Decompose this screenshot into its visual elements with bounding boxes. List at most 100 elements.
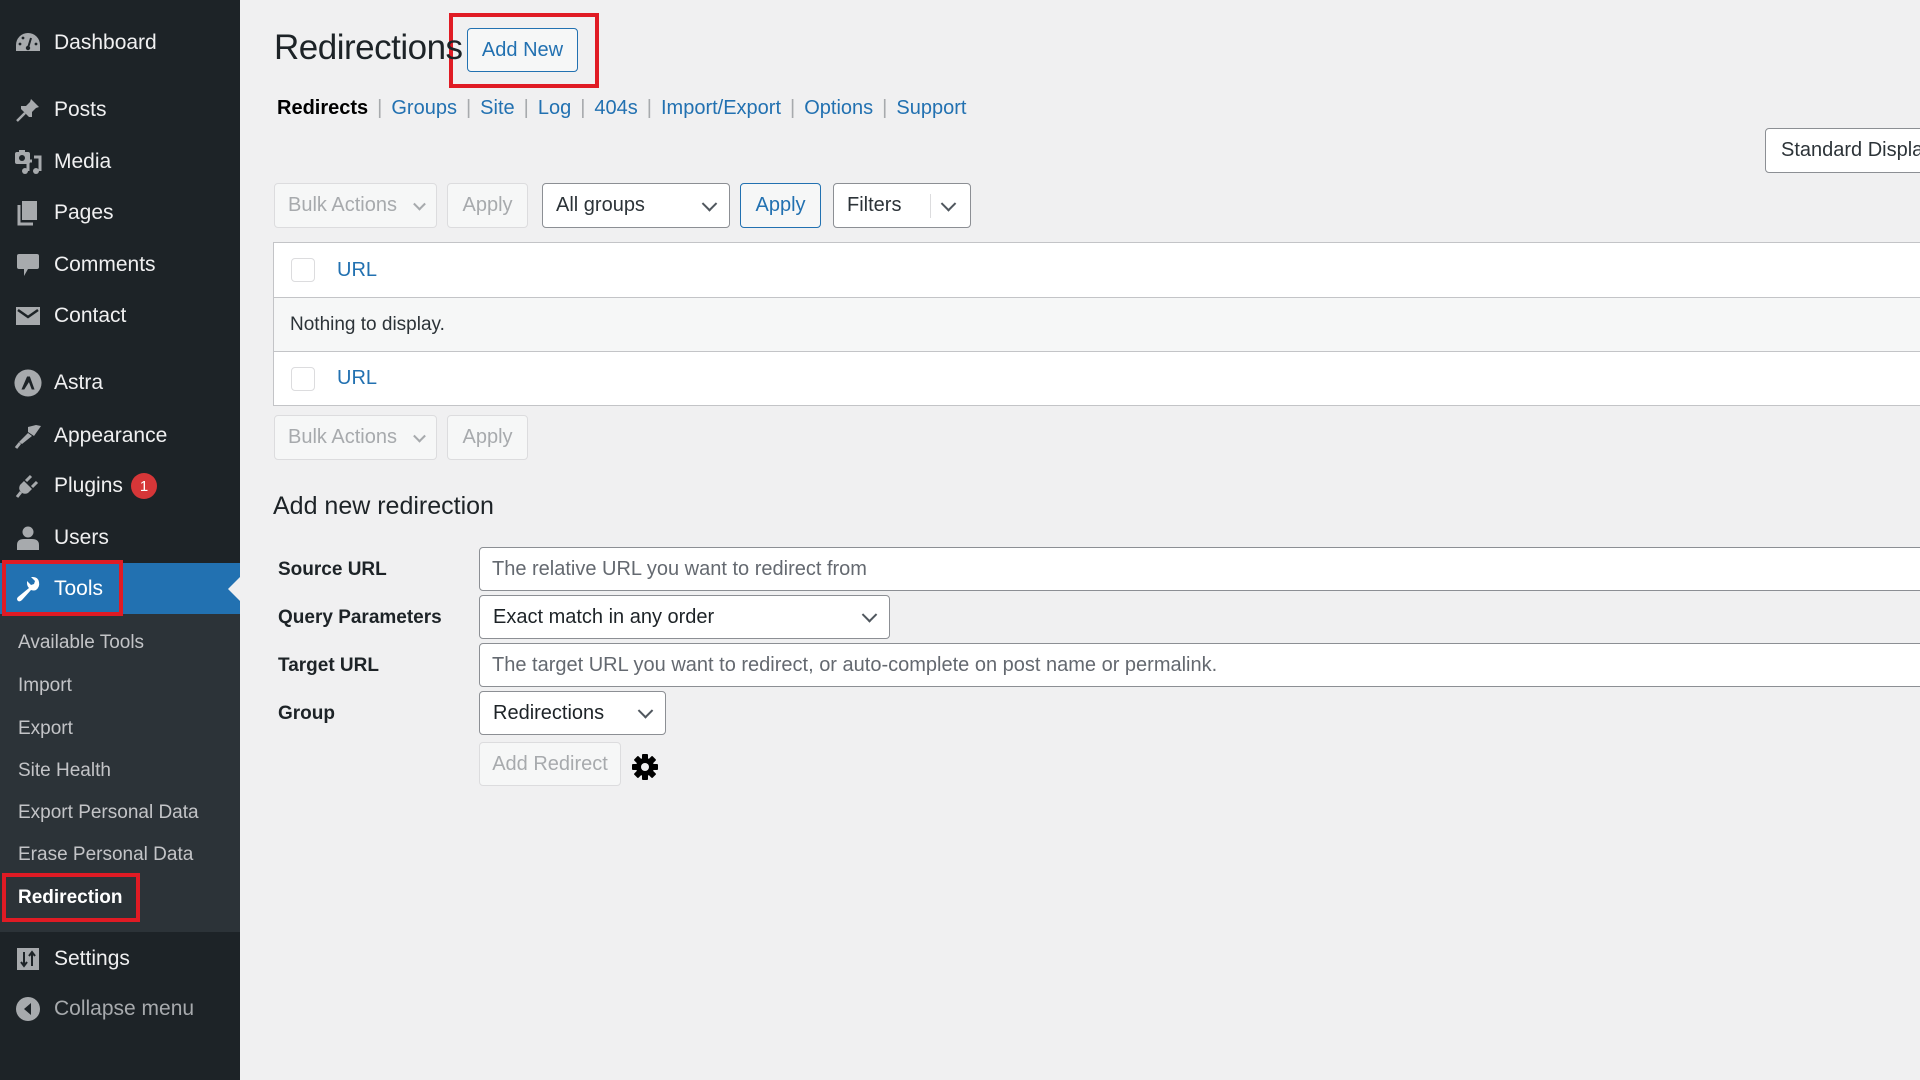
submenu-erase-personal-data[interactable]: Erase Personal Data — [18, 844, 193, 866]
comment-icon — [14, 251, 42, 279]
submenu-site-health[interactable]: Site Health — [18, 760, 111, 782]
sidebar-item-dashboard[interactable]: Dashboard — [0, 21, 240, 65]
tab-import-export[interactable]: Import/Export — [661, 97, 781, 120]
tab-options[interactable]: Options — [804, 97, 873, 120]
sidebar-item-tools[interactable]: Tools — [0, 563, 240, 614]
select-all-checkbox[interactable] — [291, 258, 315, 282]
chevron-down-icon — [637, 703, 654, 719]
chevron-down-icon[interactable] — [940, 195, 957, 212]
tab-redirects[interactable]: Redirects — [277, 97, 368, 120]
tab-groups[interactable]: Groups — [391, 97, 457, 120]
sidebar-item-users[interactable]: Users — [0, 516, 240, 560]
page-title: Redirections — [274, 28, 463, 67]
filters-label: Filters — [847, 194, 902, 216]
sidebar-item-label: Users — [54, 526, 109, 549]
standard-display-button[interactable]: Standard Display — [1765, 128, 1920, 173]
sidebar-item-label: Pages — [54, 201, 114, 224]
group-filter-value: All groups — [556, 194, 645, 216]
sidebar-item-label: Comments — [54, 253, 156, 276]
chevron-down-icon — [413, 429, 426, 443]
submenu-export-personal-data[interactable]: Export Personal Data — [18, 802, 199, 824]
sidebar-item-label: Media — [54, 150, 112, 173]
submenu-redirection[interactable]: Redirection — [18, 887, 123, 909]
plug-icon — [14, 472, 42, 500]
select-all-checkbox-footer[interactable] — [291, 366, 315, 391]
sidebar-item-label: Settings — [54, 947, 130, 970]
group-value: Redirections — [493, 701, 605, 724]
pages-icon — [14, 199, 42, 227]
table-empty-row: Nothing to display. — [274, 297, 1920, 351]
sidebar-item-label: Astra — [54, 371, 104, 394]
sidebar-item-label: Collapse menu — [54, 997, 195, 1020]
sidebar-item-label: Plugins — [54, 474, 123, 497]
query-parameters-value: Exact match in any order — [493, 605, 715, 628]
table-header-row: URL — [274, 243, 1920, 297]
group-filter-select[interactable]: All groups — [542, 183, 730, 228]
separator: | — [465, 97, 472, 119]
gear-icon[interactable] — [630, 752, 660, 782]
sidebar-item-plugins[interactable]: Plugins 1 — [0, 464, 240, 508]
tab-log[interactable]: Log — [538, 97, 571, 120]
sidebar-item-media[interactable]: Media — [0, 140, 240, 184]
bulk-actions-select-top[interactable]: Bulk Actions — [274, 183, 437, 228]
paintbrush-icon — [14, 422, 42, 450]
separator: | — [523, 97, 529, 119]
submenu-import[interactable]: Import — [18, 675, 72, 697]
group-select[interactable]: Redirections — [479, 691, 666, 735]
collapse-arrow-icon — [14, 995, 42, 1023]
submenu-available-tools[interactable]: Available Tools — [18, 632, 144, 654]
source-url-input[interactable] — [479, 547, 1920, 591]
empty-message: Nothing to display. — [290, 313, 445, 335]
redirects-table: URL Nothing to display. URL — [273, 242, 1920, 406]
sidebar-item-comments[interactable]: Comments — [0, 243, 240, 287]
add-new-button[interactable]: Add New — [467, 28, 578, 72]
filters-dropdown[interactable]: Filters — [833, 183, 971, 228]
source-url-label: Source URL — [278, 559, 387, 580]
astra-logo-icon — [14, 369, 42, 397]
group-label: Group — [278, 703, 335, 724]
target-url-label: Target URL — [278, 655, 379, 676]
tab-support[interactable]: Support — [896, 97, 966, 120]
chevron-down-icon — [701, 195, 718, 212]
sidebar-item-label: Dashboard — [54, 31, 157, 54]
query-parameters-label: Query Parameters — [278, 607, 442, 628]
divider — [930, 194, 931, 218]
tools-submenu: Available Tools Import Export Site Healt… — [0, 614, 240, 932]
bulk-actions-label: Bulk Actions — [288, 426, 397, 448]
add-redirect-button[interactable]: Add Redirect — [479, 742, 621, 786]
pushpin-icon — [14, 96, 42, 124]
bulk-apply-button-bottom[interactable]: Apply — [447, 415, 528, 460]
collapse-menu-button[interactable]: Collapse menu — [0, 987, 240, 1031]
sidebar-item-label: Appearance — [54, 424, 168, 447]
target-url-input[interactable] — [479, 643, 1920, 687]
column-footer-url[interactable]: URL — [337, 367, 377, 390]
sidebar-item-contact[interactable]: Contact — [0, 294, 240, 338]
submenu-export[interactable]: Export — [18, 718, 73, 740]
bulk-actions-select-bottom[interactable]: Bulk Actions — [274, 415, 437, 460]
sidebar-item-settings[interactable]: Settings — [0, 937, 240, 981]
envelope-icon — [14, 302, 42, 330]
tab-site[interactable]: Site — [480, 97, 514, 120]
sidebar-item-pages[interactable]: Pages — [0, 191, 240, 235]
sidebar-item-label: Tools — [54, 576, 104, 600]
settings-sliders-icon — [14, 945, 42, 973]
sidebar-item-posts[interactable]: Posts — [0, 88, 240, 132]
media-icon — [14, 148, 42, 176]
group-apply-button[interactable]: Apply — [740, 183, 821, 228]
query-parameters-select[interactable]: Exact match in any order — [479, 595, 890, 639]
wrench-icon — [14, 575, 42, 603]
admin-sidebar: Dashboard Posts Media Pages Comments Con… — [0, 0, 240, 1080]
sidebar-item-astra[interactable]: Astra — [0, 361, 240, 405]
sidebar-item-appearance[interactable]: Appearance — [0, 414, 240, 458]
chevron-down-icon — [861, 607, 878, 623]
dashboard-icon — [14, 29, 42, 57]
bulk-apply-button-top[interactable]: Apply — [447, 183, 528, 228]
separator: | — [646, 97, 652, 119]
column-header-url[interactable]: URL — [337, 259, 377, 282]
tab-404s[interactable]: 404s — [594, 97, 637, 120]
bulk-actions-label: Bulk Actions — [288, 194, 397, 216]
separator: | — [580, 97, 586, 119]
current-menu-arrow — [228, 576, 240, 601]
subnav-tabs: Redirects | Groups | Site | Log | 404s |… — [277, 97, 966, 120]
separator: | — [882, 97, 888, 119]
